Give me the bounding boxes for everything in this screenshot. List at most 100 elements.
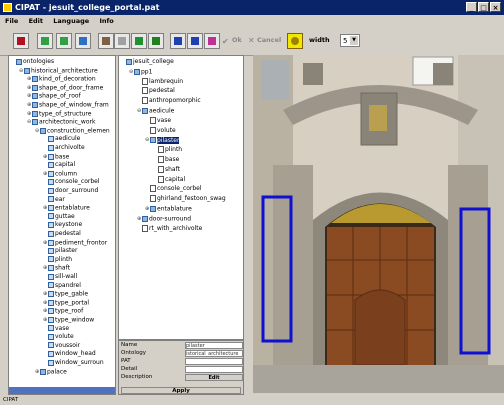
tree-node[interactable]: volute <box>43 333 74 341</box>
tree-node-label: archivolte <box>55 144 85 151</box>
load-image-button[interactable] <box>75 33 91 49</box>
concept-icon <box>48 178 54 185</box>
annotation-tree-panel[interactable]: jesuit_college ⊖ pp1 lambrequin pedestal anth… <box>118 55 244 340</box>
refresh-button[interactable] <box>131 33 147 49</box>
tree-node[interactable]: ⊕ entablature <box>145 205 192 213</box>
tree-node[interactable]: ear <box>43 196 65 204</box>
width-label: width <box>309 36 330 44</box>
image-canvas[interactable] <box>253 55 504 393</box>
ontology-field[interactable]: istorical_architecture <box>185 350 243 357</box>
tree-node[interactable]: ⊖ pp1 <box>129 68 152 76</box>
tree-node[interactable]: ⊕ shape_of_door_frame <box>27 84 103 92</box>
ok-button[interactable]: Ok <box>232 36 242 44</box>
tree-node[interactable]: ⊕ door-surround <box>137 215 191 223</box>
tree-node[interactable]: ⊕ column <box>43 170 77 178</box>
tree-node[interactable]: guttae <box>43 213 75 221</box>
menu-language[interactable]: Language <box>53 17 89 25</box>
rectangle-tool-button[interactable] <box>204 33 220 49</box>
tree-node[interactable]: ⊖ aedicule <box>137 107 174 115</box>
tree-node-label: rt_with_archivolte <box>149 224 203 232</box>
tree-node-label: sill-wall <box>55 273 78 280</box>
tree-node[interactable]: shaft <box>153 165 180 174</box>
minimize-button[interactable]: _ <box>466 2 477 12</box>
tree-node[interactable]: aedicule <box>43 135 80 143</box>
detail-field[interactable] <box>185 366 243 373</box>
tree-node[interactable]: sill-wall <box>43 273 77 281</box>
tree-node[interactable]: anthropomorphic <box>137 97 201 105</box>
tree-button[interactable] <box>148 33 164 49</box>
menu-edit[interactable]: Edit <box>29 17 43 25</box>
zoom-out-button[interactable] <box>187 33 203 49</box>
tree-node-label: lambrequin <box>149 77 184 85</box>
width-select[interactable]: 5 ▼ <box>340 34 360 47</box>
ontology-add-icon <box>41 37 49 45</box>
tree-node[interactable]: ⊕ type_window <box>43 316 94 324</box>
back-button[interactable] <box>98 33 114 49</box>
tree-node[interactable]: ⊖ construction_elemen <box>35 127 110 135</box>
tree-node[interactable]: pilaster <box>43 247 77 255</box>
tree-node[interactable]: vase <box>43 325 69 333</box>
tree-node[interactable]: vase <box>145 116 171 125</box>
apply-button[interactable]: Apply <box>121 387 241 394</box>
zoom-in-button[interactable] <box>170 33 186 49</box>
tree-node[interactable]: console_corbel <box>43 178 100 186</box>
menu-file[interactable]: File <box>5 17 18 25</box>
check-icon: ✔ <box>222 37 229 46</box>
tree-node[interactable]: window_surroun <box>43 359 104 367</box>
remove-ontology-button[interactable] <box>56 33 72 49</box>
tree-node[interactable]: ⊕ palace <box>35 368 67 376</box>
add-ontology-button[interactable] <box>37 33 53 49</box>
horizontal-scrollbar[interactable] <box>9 387 115 394</box>
tree-node-label: window_head <box>55 350 96 358</box>
name-field[interactable]: pilaster <box>185 342 243 349</box>
tree-node[interactable]: spandrel <box>43 282 81 290</box>
cancel-button[interactable]: Cancel <box>257 36 281 44</box>
pat-field[interactable] <box>185 358 243 365</box>
tree-node[interactable]: rt_with_archivolte <box>137 224 203 233</box>
tree-node[interactable]: ⊕ shape_of_window_fram <box>27 101 109 109</box>
tree-node[interactable]: ⊖ pilaster <box>145 136 180 144</box>
save-icon <box>17 37 25 45</box>
tree-node-label: console_corbel <box>157 185 202 193</box>
tree-node[interactable]: capital <box>153 175 185 184</box>
edit-description-button[interactable]: Edit <box>185 374 243 381</box>
tree-node[interactable]: ⊕ type_gable <box>43 290 88 298</box>
tree-node[interactable]: ⊕ pediment_frontor <box>43 239 107 247</box>
tree-node[interactable]: pedestal <box>137 87 175 95</box>
ontology-tree-panel[interactable]: ontologies ⊖ historical_architecture ⊕ kind_… <box>8 55 116 395</box>
tree-node[interactable]: ⊕ entablature <box>43 204 90 212</box>
tree-node[interactable]: ⊕ type_portal <box>43 299 89 307</box>
folder-icon <box>32 119 38 126</box>
tree-node[interactable]: console_corbel <box>145 185 202 193</box>
tree-node[interactable]: keystone <box>43 221 82 229</box>
close-button[interactable]: × <box>490 2 501 12</box>
tree-node[interactable]: capital <box>43 161 75 169</box>
document-icon <box>158 175 164 183</box>
save-button[interactable] <box>13 33 29 49</box>
tree-node[interactable]: lambrequin <box>137 77 184 86</box>
tree-node[interactable]: jesuit_college <box>121 58 174 66</box>
tree-node[interactable]: plinth <box>153 146 182 154</box>
tree-node[interactable]: volute <box>145 126 176 135</box>
tree-node[interactable]: window_head <box>43 350 96 358</box>
tree-node[interactable]: ⊖ architectonic_work <box>27 118 95 126</box>
menu-info[interactable]: Info <box>99 17 113 25</box>
tree-node[interactable]: ⊕ base <box>43 153 69 161</box>
tree-node[interactable]: ⊕ shaft <box>43 264 70 272</box>
tree-node[interactable]: pedestal <box>43 230 81 238</box>
maximize-button[interactable]: □ <box>478 2 489 12</box>
tree-node[interactable]: ⊕ shape_of_roof <box>27 92 81 100</box>
tree-node[interactable]: base <box>153 156 179 164</box>
tree-node[interactable]: ⊕ type_roof <box>43 307 83 315</box>
tree-node[interactable]: ⊕ kind_of_decoration <box>27 75 96 83</box>
tree-node[interactable]: ghirland_festoon_swag <box>145 195 226 203</box>
tree-node[interactable]: ⊕ type_of_structure <box>27 110 91 118</box>
tree-node[interactable]: ontologies <box>11 58 54 66</box>
tree-node[interactable]: plinth <box>43 256 72 264</box>
tree-node[interactable]: door_surround <box>43 187 98 195</box>
tree-node[interactable]: voussoir <box>43 342 80 350</box>
tree-node[interactable]: ⊖ historical_architecture <box>19 67 98 75</box>
tree-node[interactable]: archivolte <box>43 144 85 152</box>
pen-tool-button[interactable] <box>287 33 303 49</box>
copy-button[interactable] <box>114 33 130 49</box>
